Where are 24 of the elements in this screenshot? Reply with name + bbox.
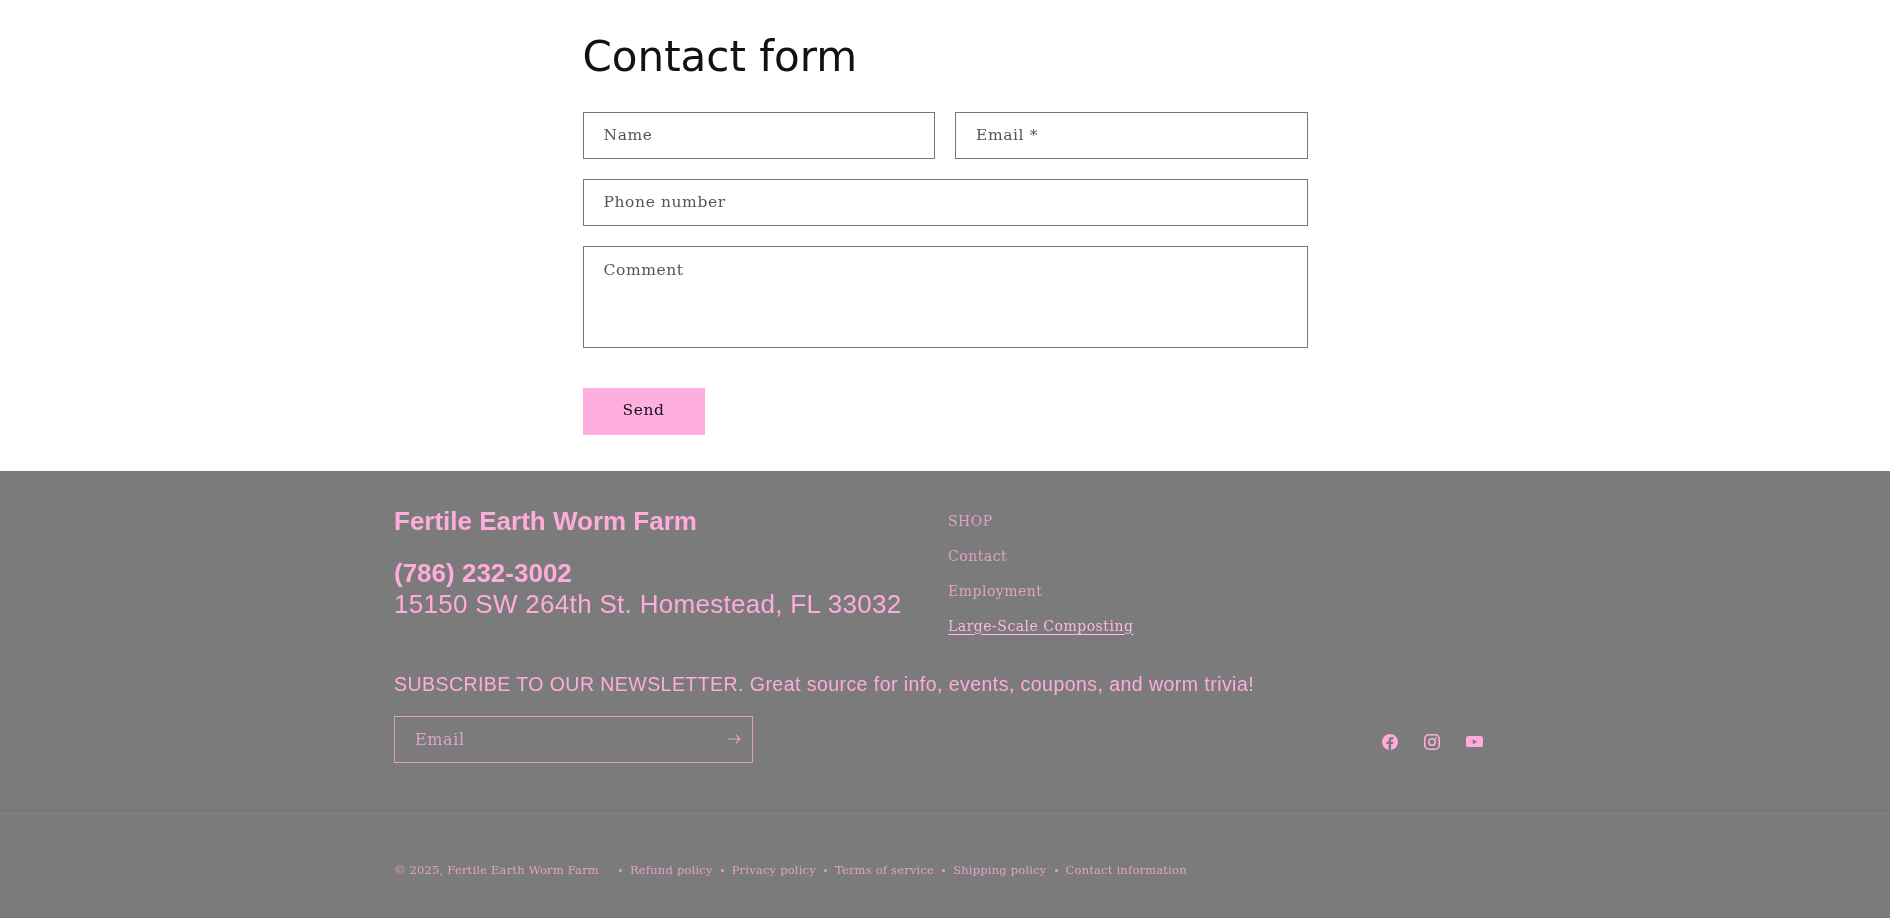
policy-link[interactable]: Privacy policy bbox=[731, 861, 816, 879]
send-button[interactable]: Send bbox=[582, 387, 705, 435]
footer-phone-number: (786) 232-3002 bbox=[394, 557, 573, 589]
policy-link[interactable]: Terms of service bbox=[834, 861, 935, 879]
input-field[interactable]: Email * bbox=[955, 111, 1308, 159]
comment-textarea[interactable]: Comment bbox=[582, 245, 1308, 348]
policy-link[interactable]: Shipping policy bbox=[953, 861, 1047, 879]
newsletter-email-field[interactable]: Email bbox=[394, 715, 753, 763]
contact-form-title: Contact form bbox=[582, 31, 859, 83]
input-field[interactable]: Name bbox=[582, 111, 935, 159]
footer-address: 15150 SW 264th St. Homestead, FL 33032 bbox=[394, 588, 903, 621]
footer-brand-name: Fertile Earth Worm Farm bbox=[394, 505, 698, 537]
camera-icon[interactable] bbox=[1424, 733, 1440, 750]
footer-menu-link[interactable]: Large-Scale Composting bbox=[948, 608, 1134, 644]
newsletter-heading: SUBSCRIBE TO OUR NEWSLETTER. Great source for info, events, coupons, and worm trivia! bbox=[394, 671, 1256, 697]
footer-menu-link[interactable]: Employment bbox=[948, 573, 1043, 609]
footer-menu-link[interactable]: Contact bbox=[948, 538, 1008, 574]
play-button-icon[interactable] bbox=[1466, 735, 1483, 748]
policy-link[interactable]: Refund policy bbox=[629, 861, 713, 879]
policy-link[interactable]: Contact information bbox=[1065, 861, 1187, 879]
copyright-text: © 2025, Fertile Earth Worm Farm bbox=[394, 861, 599, 879]
footer-menu-link[interactable]: SHOP bbox=[948, 503, 993, 539]
arrow-right-icon[interactable] bbox=[727, 734, 741, 744]
input-field[interactable]: Phone number bbox=[582, 178, 1308, 226]
